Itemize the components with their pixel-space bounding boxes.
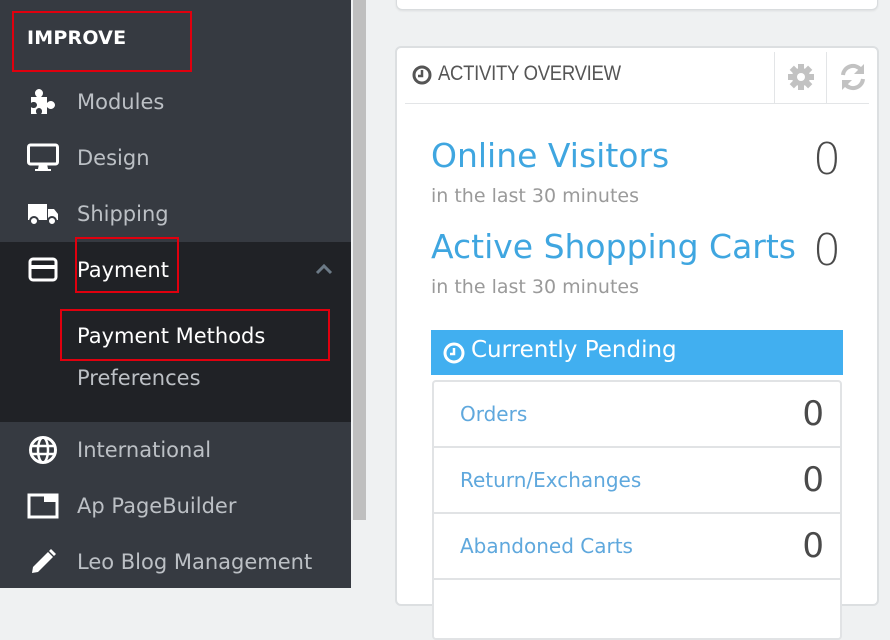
- pending-list: Orders 0 Return/Exchanges 0 Abandoned Ca…: [432, 380, 842, 640]
- list-item: Orders 0: [434, 382, 840, 448]
- active-carts-link[interactable]: Active Shopping Carts: [431, 227, 796, 266]
- sidebar-item-leo-blog[interactable]: Leo Blog Management: [0, 534, 351, 590]
- configure-button[interactable]: [783, 60, 819, 94]
- sidebar-item-label: Ap PageBuilder: [77, 494, 237, 518]
- sidebar-item-international[interactable]: International: [0, 422, 351, 478]
- credit-card-icon: [27, 254, 59, 286]
- sidebar-item-modules[interactable]: Modules: [0, 74, 351, 130]
- sidebar-item-label: Design: [77, 146, 150, 170]
- panel-header: ACTIVITY OVERVIEW: [397, 48, 877, 104]
- divider: [405, 103, 869, 104]
- returns-count: 0: [802, 460, 824, 500]
- sidebar-item-label: International: [77, 438, 212, 462]
- online-visitors-link[interactable]: Online Visitors: [431, 136, 669, 175]
- divider: [774, 52, 775, 104]
- sidebar-item-design[interactable]: Design: [0, 130, 351, 186]
- gear-icon: [788, 64, 814, 90]
- truck-icon: [27, 198, 59, 230]
- active-carts-value: 0: [813, 225, 841, 276]
- online-visitors-value: 0: [813, 134, 841, 185]
- sidebar-item-shipping[interactable]: Shipping: [0, 186, 351, 242]
- returns-link[interactable]: Return/Exchanges: [460, 468, 641, 492]
- sidebar: IMPROVE Modules Design Shipping Payment …: [0, 0, 351, 588]
- refresh-icon: [841, 63, 865, 91]
- sidebar-item-label: Leo Blog Management: [77, 550, 313, 574]
- online-visitors-subtitle: in the last 30 minutes: [431, 185, 640, 207]
- highlight-box: [75, 237, 179, 293]
- puzzle-icon: [27, 86, 59, 118]
- orders-count: 0: [802, 394, 824, 434]
- activity-overview-panel: ACTIVITY OVERVIEW Online Visitors in the…: [395, 46, 879, 640]
- currently-pending-header: Currently Pending: [431, 330, 843, 375]
- window-icon: [27, 490, 59, 522]
- abandoned-carts-count: 0: [802, 526, 824, 566]
- pencil-icon: [27, 546, 59, 578]
- sidebar-item-label: Modules: [77, 90, 165, 114]
- monitor-icon: [27, 142, 59, 174]
- sidebar-scrollbar[interactable]: [353, 0, 366, 520]
- abandoned-carts-link[interactable]: Abandoned Carts: [460, 534, 633, 558]
- active-carts-subtitle: in the last 30 minutes: [431, 276, 640, 298]
- list-item: Return/Exchanges 0: [434, 448, 840, 514]
- orders-link[interactable]: Orders: [460, 402, 527, 426]
- list-item: Abandoned Carts 0: [434, 514, 840, 580]
- globe-icon: [27, 434, 59, 466]
- previous-panel: [396, 0, 878, 10]
- sidebar-item-label: Shipping: [77, 202, 169, 226]
- panel-title: ACTIVITY OVERVIEW: [438, 62, 621, 85]
- highlight-box: [60, 309, 330, 361]
- clock-icon: [443, 342, 465, 368]
- clock-icon: [412, 65, 432, 89]
- refresh-button[interactable]: [835, 60, 871, 94]
- highlight-box: [12, 11, 192, 72]
- submenu-item-preferences[interactable]: Preferences: [77, 366, 201, 390]
- divider: [826, 52, 827, 104]
- currently-pending-title: Currently Pending: [471, 337, 677, 363]
- sidebar-item-ap-pagebuilder[interactable]: Ap PageBuilder: [0, 478, 351, 534]
- chevron-up-icon[interactable]: [315, 262, 333, 276]
